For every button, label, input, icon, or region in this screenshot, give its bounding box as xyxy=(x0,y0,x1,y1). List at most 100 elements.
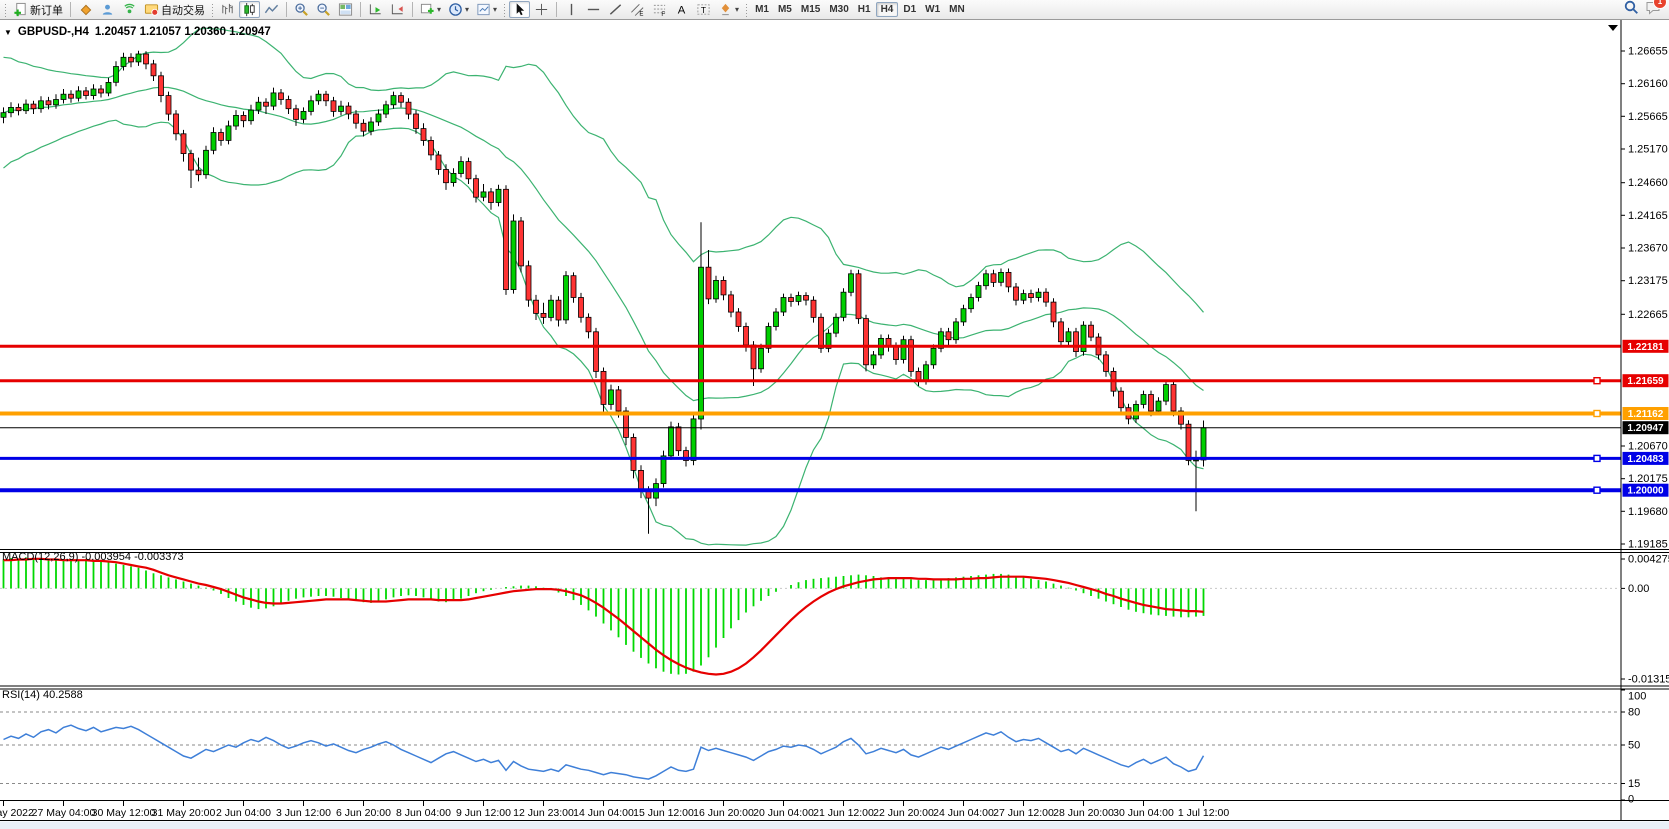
svg-text:0.004275: 0.004275 xyxy=(1628,554,1669,566)
svg-text:F: F xyxy=(661,11,665,17)
separator xyxy=(556,2,557,17)
separator xyxy=(70,2,71,17)
svg-text:24 Jun 04:00: 24 Jun 04:00 xyxy=(933,807,994,819)
trendline-icon xyxy=(608,2,623,17)
candles xyxy=(1,51,1206,534)
new-order-button[interactable]: 新订单 xyxy=(10,1,66,18)
svg-text:1.26160: 1.26160 xyxy=(1628,78,1668,90)
rsi-panel: 1008050150 xyxy=(0,690,1646,806)
price-axis[interactable]: 1.266551.261601.256651.251701.246601.241… xyxy=(1621,46,1669,551)
zoom-out-button[interactable] xyxy=(313,1,334,18)
bar-chart-button[interactable] xyxy=(217,1,238,18)
svg-text:27 Jun 12:00: 27 Jun 12:00 xyxy=(993,807,1054,819)
ohlc-values: 1.20457 1.21057 1.20360 1.20947 xyxy=(95,26,271,38)
toolbar-right: 1 xyxy=(1623,0,1667,20)
chart-title: ▼ GBPUSD-,H4 1.20457 1.21057 1.20360 1.2… xyxy=(4,26,271,38)
chart-shift-marker xyxy=(1608,25,1618,31)
chart-shift-button[interactable] xyxy=(387,1,408,18)
timeframe-d1[interactable]: D1 xyxy=(899,3,920,16)
fibonacci-button[interactable]: F xyxy=(649,1,670,18)
svg-text:50: 50 xyxy=(1628,740,1640,752)
svg-text:1.25665: 1.25665 xyxy=(1628,111,1668,123)
toolbar-grip[interactable] xyxy=(503,3,506,17)
level-drag-handle[interactable] xyxy=(1594,411,1600,417)
autotrading-button[interactable]: 自动交易 xyxy=(141,1,208,18)
zoom-in-button[interactable] xyxy=(291,1,312,18)
svg-text:1.24660: 1.24660 xyxy=(1628,177,1668,189)
toolbar-grip[interactable] xyxy=(211,3,214,17)
auto-scroll-button[interactable] xyxy=(365,1,386,18)
text-button[interactable]: A xyxy=(671,1,692,18)
cursor-arrow-icon xyxy=(512,2,527,17)
svg-text:1.22181: 1.22181 xyxy=(1627,342,1664,353)
candlestick-chart-button[interactable] xyxy=(239,1,260,18)
vertical-line-button[interactable] xyxy=(561,1,582,18)
vertical-line-icon xyxy=(564,2,579,17)
status-bar xyxy=(0,822,1669,829)
arrows-button[interactable]: ▾ xyxy=(715,1,742,18)
svg-text:14 Jun 04:00: 14 Jun 04:00 xyxy=(573,807,634,819)
timeframe-mn[interactable]: MN xyxy=(945,3,969,16)
svg-text:80: 80 xyxy=(1628,707,1640,719)
community-button[interactable] xyxy=(97,1,118,18)
svg-text:1.24165: 1.24165 xyxy=(1628,210,1668,222)
svg-text:1.23670: 1.23670 xyxy=(1628,243,1668,255)
level-drag-handle[interactable] xyxy=(1594,487,1600,493)
timeframe-m5[interactable]: M5 xyxy=(774,3,796,16)
svg-text:6 Jun 20:00: 6 Jun 20:00 xyxy=(336,807,391,819)
level-drag-handle[interactable] xyxy=(1594,455,1600,461)
svg-text:20 Jun 04:00: 20 Jun 04:00 xyxy=(753,807,814,819)
svg-text:1.19680: 1.19680 xyxy=(1628,506,1668,518)
timeframe-m30[interactable]: M30 xyxy=(825,3,852,16)
toolbar-grip[interactable] xyxy=(745,3,748,17)
search-button[interactable] xyxy=(1623,0,1639,20)
new-order-label: 新订单 xyxy=(30,2,63,18)
svg-text:E: E xyxy=(639,11,643,17)
toolbar-grip[interactable] xyxy=(4,3,7,17)
separator xyxy=(286,2,287,17)
svg-text:16 Jun 20:00: 16 Jun 20:00 xyxy=(693,807,754,819)
timeframe-m15[interactable]: M15 xyxy=(797,3,824,16)
level-drag-handle[interactable] xyxy=(1594,378,1600,384)
signals-icon xyxy=(122,2,137,17)
equidistant-channel-icon: E xyxy=(630,2,645,17)
clock-icon xyxy=(448,2,463,17)
shapes-icon xyxy=(718,2,733,17)
period-button[interactable]: ▾ xyxy=(445,1,472,18)
chart-window[interactable]: 1.266551.261601.256651.251701.246601.241… xyxy=(0,20,1669,829)
cursor-button[interactable] xyxy=(509,1,530,18)
symbol-dropdown-arrow[interactable]: ▼ xyxy=(4,28,12,37)
svg-text:8 Jun 04:00: 8 Jun 04:00 xyxy=(396,807,451,819)
svg-text:2 Jun 04:00: 2 Jun 04:00 xyxy=(216,807,271,819)
svg-text:9 Jun 12:00: 9 Jun 12:00 xyxy=(456,807,511,819)
time-axis[interactable]: 25 May 202227 May 04:0030 May 12:0031 Ma… xyxy=(0,801,1229,819)
templates-button[interactable]: ▾ xyxy=(473,1,500,18)
svg-text:1.20175: 1.20175 xyxy=(1628,473,1668,485)
line-chart-button[interactable] xyxy=(261,1,282,18)
crosshair-icon xyxy=(534,2,549,17)
timeframe-m1[interactable]: M1 xyxy=(751,3,773,16)
trendline-button[interactable] xyxy=(605,1,626,18)
text-label-button[interactable]: T xyxy=(693,1,714,18)
market-watch-button[interactable] xyxy=(75,1,96,18)
svg-text:12 Jun 23:00: 12 Jun 23:00 xyxy=(513,807,574,819)
macd-panel: 0.0042750.00-0.013153 xyxy=(0,554,1669,686)
mt4-window: 新订单 自动交易 xyxy=(0,0,1669,829)
symbol-label: GBPUSD-,H4 xyxy=(18,26,89,38)
chart-canvas[interactable]: 1.266551.261601.256651.251701.246601.241… xyxy=(0,20,1669,829)
tile-windows-button[interactable] xyxy=(335,1,356,18)
timeframe-h4[interactable]: H4 xyxy=(876,2,899,17)
equidistant-channel-button[interactable]: E xyxy=(627,1,648,18)
svg-text:27 May 04:00: 27 May 04:00 xyxy=(32,807,96,819)
horizontal-line-button[interactable] xyxy=(583,1,604,18)
svg-text:100: 100 xyxy=(1628,691,1646,703)
crosshair-button[interactable] xyxy=(531,1,552,18)
timeframe-h1[interactable]: H1 xyxy=(854,3,875,16)
signals-button[interactable] xyxy=(119,1,140,18)
svg-text:1.19185: 1.19185 xyxy=(1628,539,1668,551)
new-chart-button[interactable]: ▾ xyxy=(417,1,444,18)
separator xyxy=(412,2,413,17)
chat-button[interactable]: 1 xyxy=(1645,0,1661,20)
svg-text:15 Jun 12:00: 15 Jun 12:00 xyxy=(633,807,694,819)
timeframe-w1[interactable]: W1 xyxy=(921,3,944,16)
